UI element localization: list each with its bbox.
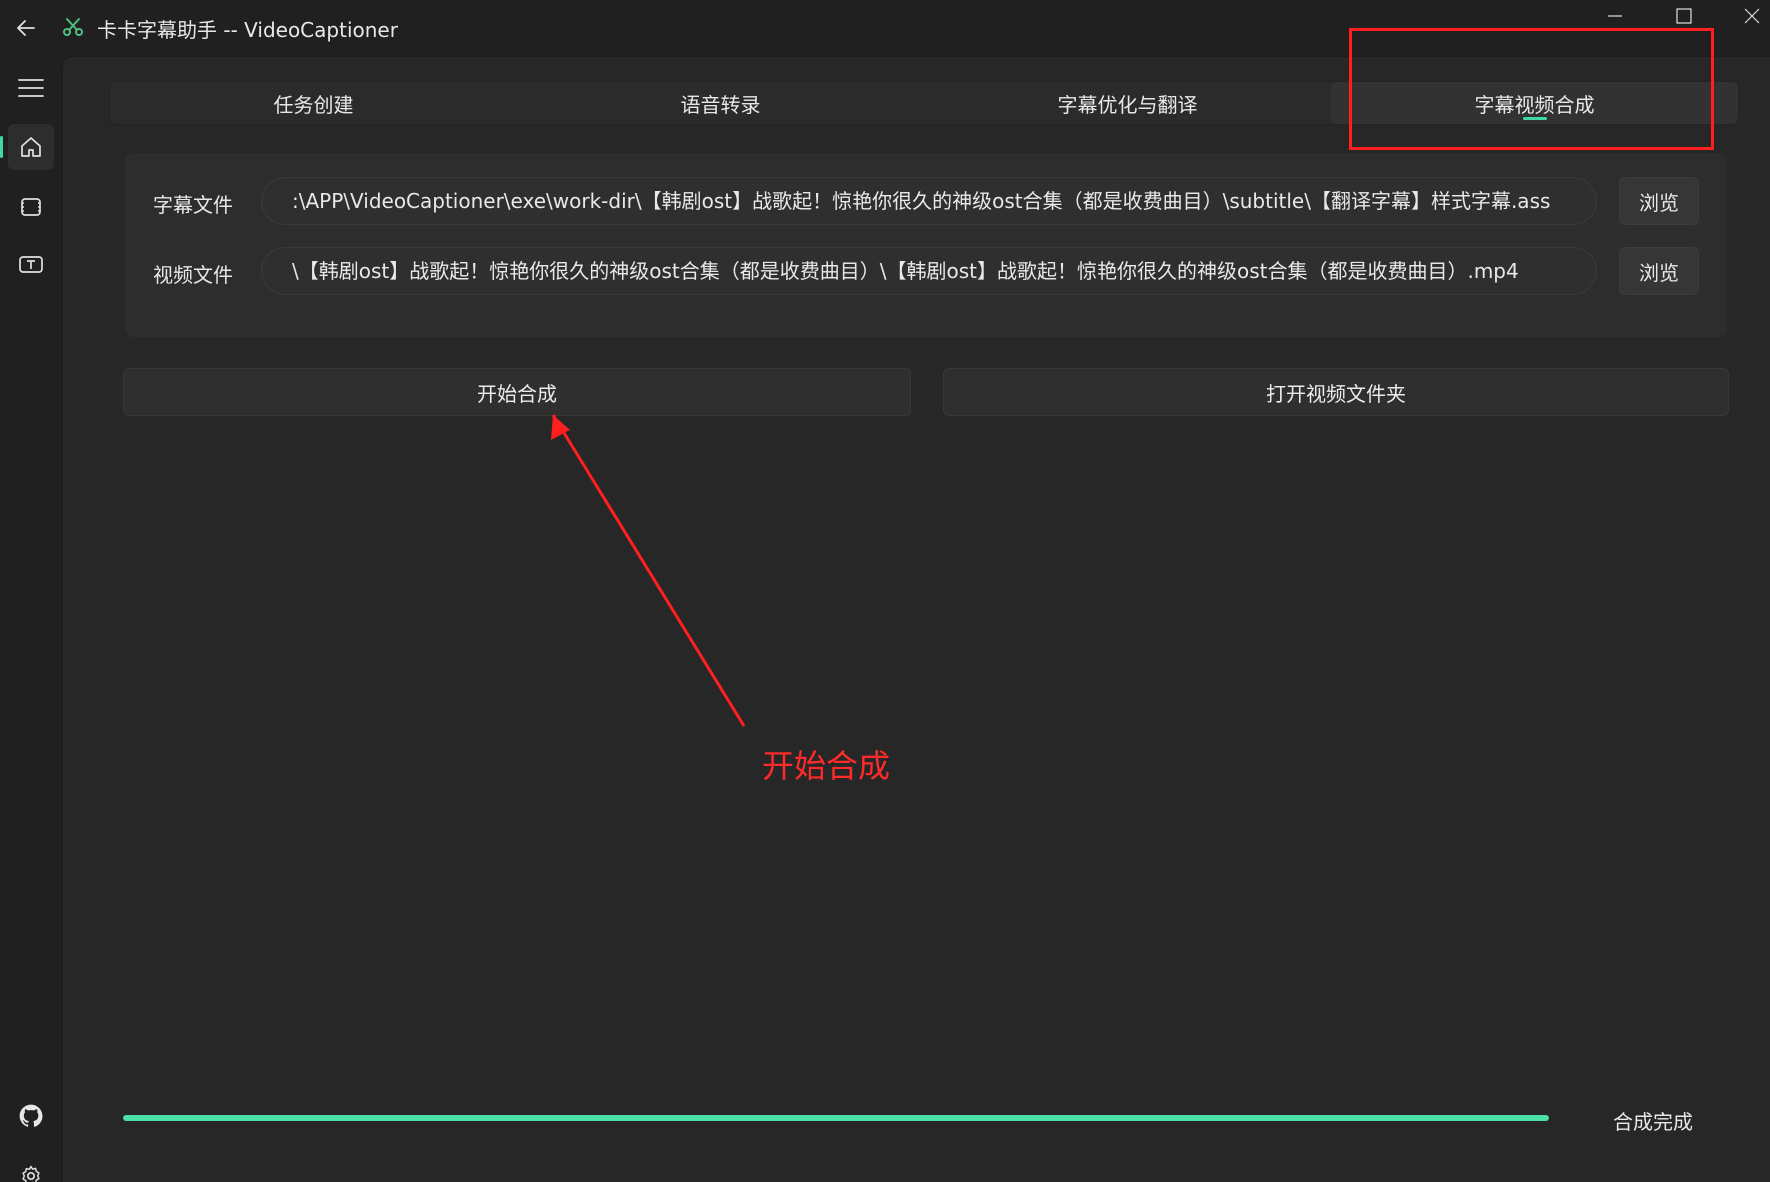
video-file-path: \【韩剧ost】战歌起！惊艳你很久的神级ost合集（都是收费曲目）\【韩剧ost… bbox=[292, 259, 1519, 283]
github-icon bbox=[19, 1104, 43, 1127]
annotation-callout-text: 开始合成 bbox=[762, 747, 891, 785]
back-button[interactable] bbox=[10, 12, 42, 44]
tab-optimize-translate[interactable]: 字幕优化与翻译 bbox=[924, 82, 1331, 124]
subtitle-file-path: :\APP\VideoCaptioner\exe\work-dir\【韩剧ost… bbox=[292, 189, 1551, 213]
video-browse-button[interactable]: 浏览 bbox=[1619, 247, 1699, 295]
progress-bar bbox=[123, 1115, 1549, 1121]
nav-item-settings[interactable] bbox=[8, 1153, 54, 1182]
tab-task-create[interactable]: 任务创建 bbox=[110, 82, 517, 124]
window-title: 卡卡字幕助手 -- VideoCaptioner bbox=[97, 18, 398, 42]
minimize-icon bbox=[1608, 15, 1622, 17]
nav-item-github[interactable] bbox=[8, 1093, 54, 1139]
maximize-icon bbox=[1676, 8, 1692, 24]
file-selection-card: 字幕文件 :\APP\VideoCaptioner\exe\work-dir\【… bbox=[125, 153, 1727, 337]
scissors-icon bbox=[58, 12, 88, 42]
nav-item-home[interactable] bbox=[0, 124, 54, 170]
arrow-left-icon bbox=[17, 20, 35, 36]
video-file-label: 视频文件 bbox=[153, 263, 233, 287]
start-synthesis-button[interactable]: 开始合成 bbox=[123, 368, 911, 416]
nav-item-subtitle[interactable] bbox=[8, 242, 54, 288]
open-video-folder-button[interactable]: 打开视频文件夹 bbox=[943, 368, 1729, 416]
nav-item-video[interactable] bbox=[8, 184, 54, 230]
tab-transcription[interactable]: 语音转录 bbox=[517, 82, 924, 124]
menu-toggle-button[interactable] bbox=[8, 65, 54, 111]
nav-active-indicator bbox=[0, 136, 3, 158]
progress-fill bbox=[123, 1115, 1549, 1121]
close-icon bbox=[1744, 8, 1760, 24]
app-window: 卡卡字幕助手 -- VideoCaptioner 任务创建 语音转录 字幕优化与… bbox=[0, 0, 1770, 1182]
menu-icon bbox=[18, 79, 44, 97]
video-file-input[interactable]: \【韩剧ost】战歌起！惊艳你很久的神级ost合集（都是收费曲目）\【韩剧ost… bbox=[261, 247, 1597, 295]
subtitle-text-icon bbox=[19, 256, 43, 273]
tab-label: 任务创建 bbox=[273, 92, 354, 117]
status-text: 合成完成 bbox=[1613, 1110, 1693, 1134]
tab-label: 字幕优化与翻译 bbox=[1057, 92, 1198, 117]
home-icon bbox=[21, 137, 41, 157]
side-navigation bbox=[0, 56, 62, 1182]
video-frame-icon bbox=[21, 198, 41, 216]
subtitle-file-label: 字幕文件 bbox=[153, 193, 233, 217]
close-button[interactable] bbox=[1722, 0, 1770, 32]
subtitle-browse-button[interactable]: 浏览 bbox=[1619, 177, 1699, 225]
subtitle-file-input[interactable]: :\APP\VideoCaptioner\exe\work-dir\【韩剧ost… bbox=[261, 177, 1597, 225]
settings-gear-icon bbox=[22, 1165, 40, 1182]
annotation-highlight-box bbox=[1349, 28, 1714, 150]
main-content: 任务创建 语音转录 字幕优化与翻译 字幕视频合成 字幕文件 :\APP\Vide… bbox=[62, 56, 1770, 1182]
tab-label: 语音转录 bbox=[680, 92, 761, 117]
